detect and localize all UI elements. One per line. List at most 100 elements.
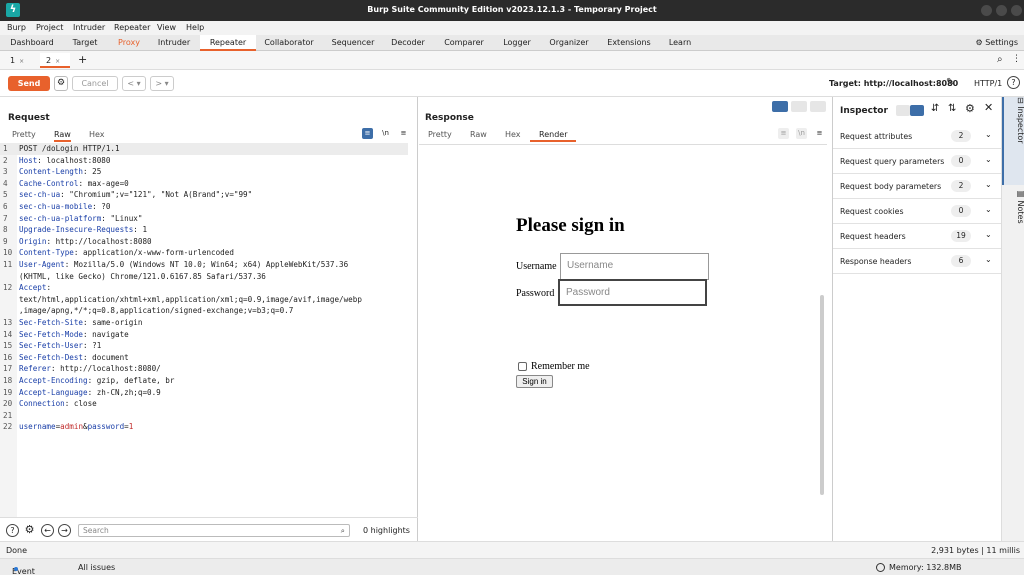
close-icon[interactable]: ✕: [984, 101, 993, 114]
repeater-tab-1[interactable]: 1 ×: [4, 53, 30, 68]
show-newlines-toggle[interactable]: \n: [380, 128, 391, 139]
chevron-down-icon[interactable]: ⌄: [985, 255, 992, 264]
tab-dashboard[interactable]: Dashboard: [4, 35, 60, 51]
remember-me-checkbox[interactable]: [518, 362, 527, 371]
settings-button[interactable]: ⚙ Settings: [975, 35, 1018, 51]
wrap-lines-icon[interactable]: ≡: [362, 128, 373, 139]
menu-project[interactable]: Project: [36, 23, 63, 32]
chevron-down-icon[interactable]: ⌄: [985, 230, 992, 239]
inspector-section[interactable]: Request headers 19 ⌄: [833, 224, 1001, 249]
tab-logger[interactable]: Logger: [496, 35, 538, 51]
side-tab-inspector[interactable]: ⊟ Inspector: [1002, 97, 1024, 185]
header-colon: :: [46, 283, 52, 293]
gear-icon[interactable]: ⚙: [965, 102, 975, 115]
previous-match-icon[interactable]: ←: [41, 524, 54, 537]
tab-proxy[interactable]: Proxy: [110, 35, 148, 51]
menu-intruder[interactable]: Intruder: [73, 23, 105, 32]
response-tab-pretty[interactable]: Pretty: [428, 130, 452, 139]
line-number: 15: [3, 341, 13, 351]
inspector-section[interactable]: Response headers 6 ⌄: [833, 249, 1001, 274]
render-scrollbar[interactable]: [820, 295, 824, 495]
more-vertical-icon[interactable]: ⋮: [1012, 54, 1021, 64]
response-title: Response: [425, 113, 474, 123]
expand-all-icon[interactable]: ⇵: [931, 103, 939, 114]
inspector-section-count: 0: [951, 155, 971, 167]
menu-repeater[interactable]: Repeater: [114, 23, 150, 32]
tab-intruder[interactable]: Intruder: [150, 35, 198, 51]
repeater-tab-label: 1: [10, 56, 16, 65]
chevron-down-icon[interactable]: ⌄: [985, 130, 992, 139]
request-title: Request: [8, 113, 50, 123]
history-back-button[interactable]: < ▾: [122, 76, 146, 91]
split-vertical-icon[interactable]: [791, 101, 807, 112]
menu-view[interactable]: View: [157, 23, 176, 32]
menu-burp[interactable]: Burp: [7, 23, 26, 32]
side-tab-notes[interactable]: ▤ Notes: [1002, 189, 1024, 249]
line-number: 10: [3, 248, 13, 258]
split-horizontal-icon[interactable]: [772, 101, 788, 112]
tab-decoder[interactable]: Decoder: [384, 35, 432, 51]
chevron-down-icon[interactable]: ⌄: [985, 180, 992, 189]
maximize-button[interactable]: [996, 5, 1007, 16]
menu-help[interactable]: Help: [186, 23, 204, 32]
close-icon[interactable]: ×: [55, 58, 60, 65]
line-content: Cache-Control: max-age=0: [19, 178, 129, 190]
help-icon[interactable]: ?: [6, 524, 19, 537]
layout-horizontal-icon[interactable]: [910, 105, 924, 116]
header-name: Origin: [19, 236, 47, 246]
tab-organizer[interactable]: Organizer: [542, 35, 596, 51]
history-forward-button[interactable]: > ▾: [150, 76, 174, 91]
help-icon[interactable]: ?: [1007, 76, 1020, 89]
tab-sequencer[interactable]: Sequencer: [324, 35, 382, 51]
status-text: Done: [6, 546, 28, 555]
close-window-button[interactable]: [1011, 5, 1022, 16]
repeater-tab-2[interactable]: 2 ×: [40, 53, 70, 68]
line-content: Accept:: [19, 282, 51, 294]
line-content: Sec-Fetch-User: ?1: [19, 340, 101, 352]
minimize-button[interactable]: [981, 5, 992, 16]
tab-collaborator[interactable]: Collaborator: [258, 35, 320, 51]
layout-vertical-icon[interactable]: [896, 105, 910, 116]
search-input[interactable]: Search ⌕: [78, 524, 350, 537]
chevron-down-icon[interactable]: ⌄: [985, 205, 992, 214]
search-icon[interactable]: ⌕: [997, 54, 1003, 65]
param-name: password: [87, 422, 125, 432]
response-tab-render[interactable]: Render: [530, 130, 577, 142]
request-tab-hex[interactable]: Hex: [89, 130, 105, 139]
inspector-section[interactable]: Request attributes 2 ⌄: [833, 124, 1001, 149]
sign-in-button[interactable]: Sign in: [516, 375, 553, 388]
code-line: 14 Sec-Fetch-Mode: navigate: [0, 329, 408, 341]
tab-target[interactable]: Target: [62, 35, 108, 51]
close-icon[interactable]: ×: [19, 58, 24, 65]
send-button[interactable]: Send: [8, 76, 50, 91]
gear-icon[interactable]: ⚙: [23, 524, 36, 537]
add-tab-button[interactable]: +: [72, 53, 88, 68]
inspector-section[interactable]: Request body parameters 2 ⌄: [833, 174, 1001, 199]
response-tab-hex[interactable]: Hex: [505, 130, 521, 139]
tab-learn[interactable]: Learn: [662, 35, 698, 51]
tab-comparer[interactable]: Comparer: [436, 35, 492, 51]
gear-icon[interactable]: ⚙: [54, 76, 68, 91]
tab-repeater[interactable]: Repeater: [200, 35, 256, 51]
edit-pencil-icon[interactable]: ✎: [946, 77, 954, 88]
request-tab-raw[interactable]: Raw: [54, 130, 71, 142]
username-input[interactable]: Username: [560, 253, 709, 280]
tab-extensions[interactable]: Extensions: [600, 35, 658, 51]
chevron-down-icon[interactable]: ⌄: [985, 155, 992, 164]
cancel-button[interactable]: Cancel: [72, 76, 118, 91]
inspector-section[interactable]: Request cookies 0 ⌄: [833, 199, 1001, 224]
inspector-section[interactable]: Request query parameters 0 ⌄: [833, 149, 1001, 174]
header-value: http://localhost:8080: [51, 236, 152, 246]
menu-icon[interactable]: ≡: [814, 128, 825, 139]
line-content: Upgrade-Insecure-Requests: 1: [19, 224, 147, 236]
request-editor[interactable]: 1 POST /doLogin HTTP/1.1 2 Host: localhost:…: [0, 143, 410, 517]
menu-icon[interactable]: ≡: [398, 128, 409, 139]
single-tab-icon[interactable]: [810, 101, 826, 112]
next-match-icon[interactable]: →: [58, 524, 71, 537]
response-tab-raw[interactable]: Raw: [470, 130, 487, 139]
collapse-all-icon[interactable]: ⇅: [948, 103, 956, 114]
request-tab-pretty[interactable]: Pretty: [12, 130, 36, 139]
all-issues-button[interactable]: All issues: [78, 563, 115, 572]
password-input[interactable]: Password: [558, 279, 707, 306]
http-version[interactable]: HTTP/1: [974, 79, 1002, 88]
